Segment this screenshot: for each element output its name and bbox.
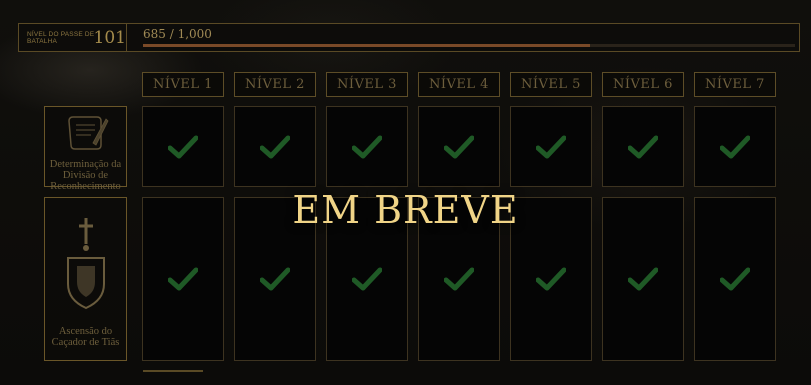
checkmark-icon — [536, 135, 566, 158]
checkmark-icon — [536, 267, 566, 291]
battle-pass-progress: NÍVEL DO PASSE DE BATALHA 101 685 / 1,00… — [18, 23, 800, 52]
reward-cell[interactable] — [602, 106, 684, 187]
track-label-titan-hunter-text: Ascensão do Caçador de Tiãs — [51, 326, 120, 348]
xp-progress-fill — [143, 44, 590, 47]
reward-cell[interactable] — [418, 106, 500, 187]
reward-cell[interactable] — [694, 106, 776, 187]
level-header-4: NÍVEL 4 — [418, 72, 500, 97]
battle-pass-level-number: 101 — [93, 27, 126, 48]
xp-progress-track — [143, 44, 795, 47]
checkmark-icon — [168, 135, 198, 158]
checkmark-icon — [352, 135, 382, 158]
battle-pass-level-label: NÍVEL DO PASSE DE BATALHA — [27, 30, 95, 45]
level-header-1: NÍVEL 1 — [142, 72, 224, 97]
checkmark-icon — [720, 135, 750, 158]
scroll-quill-icon — [67, 116, 108, 150]
level-header-2: NÍVEL 2 — [234, 72, 316, 97]
level-header-5: NÍVEL 5 — [510, 72, 592, 97]
xp-counter: 685 / 1,000 — [143, 27, 212, 41]
battle-pass-level: NÍVEL DO PASSE DE BATALHA 101 — [19, 24, 127, 51]
checkmark-icon — [168, 267, 198, 291]
track-label-recognition[interactable]: Determinação da Divisão de Reconheciment… — [44, 106, 127, 192]
scroll-indicator[interactable] — [143, 370, 203, 372]
checkmark-icon — [260, 267, 290, 291]
checkmark-icon — [260, 135, 290, 158]
level-header-6: NÍVEL 6 — [602, 72, 684, 97]
reward-cell[interactable] — [510, 106, 592, 187]
reward-cell[interactable] — [142, 106, 224, 187]
checkmark-icon — [352, 267, 382, 291]
checkmark-icon — [720, 267, 750, 291]
reward-cell[interactable] — [326, 106, 408, 187]
level-header-3: NÍVEL 3 — [326, 72, 408, 97]
reward-cell[interactable] — [234, 106, 316, 187]
checkmark-icon — [628, 135, 658, 158]
checkmark-icon — [628, 267, 658, 291]
coming-soon-banner: EM BREVE — [292, 188, 519, 232]
level-header-7: NÍVEL 7 — [694, 72, 776, 97]
checkmark-icon — [444, 267, 474, 291]
checkmark-icon — [444, 135, 474, 158]
